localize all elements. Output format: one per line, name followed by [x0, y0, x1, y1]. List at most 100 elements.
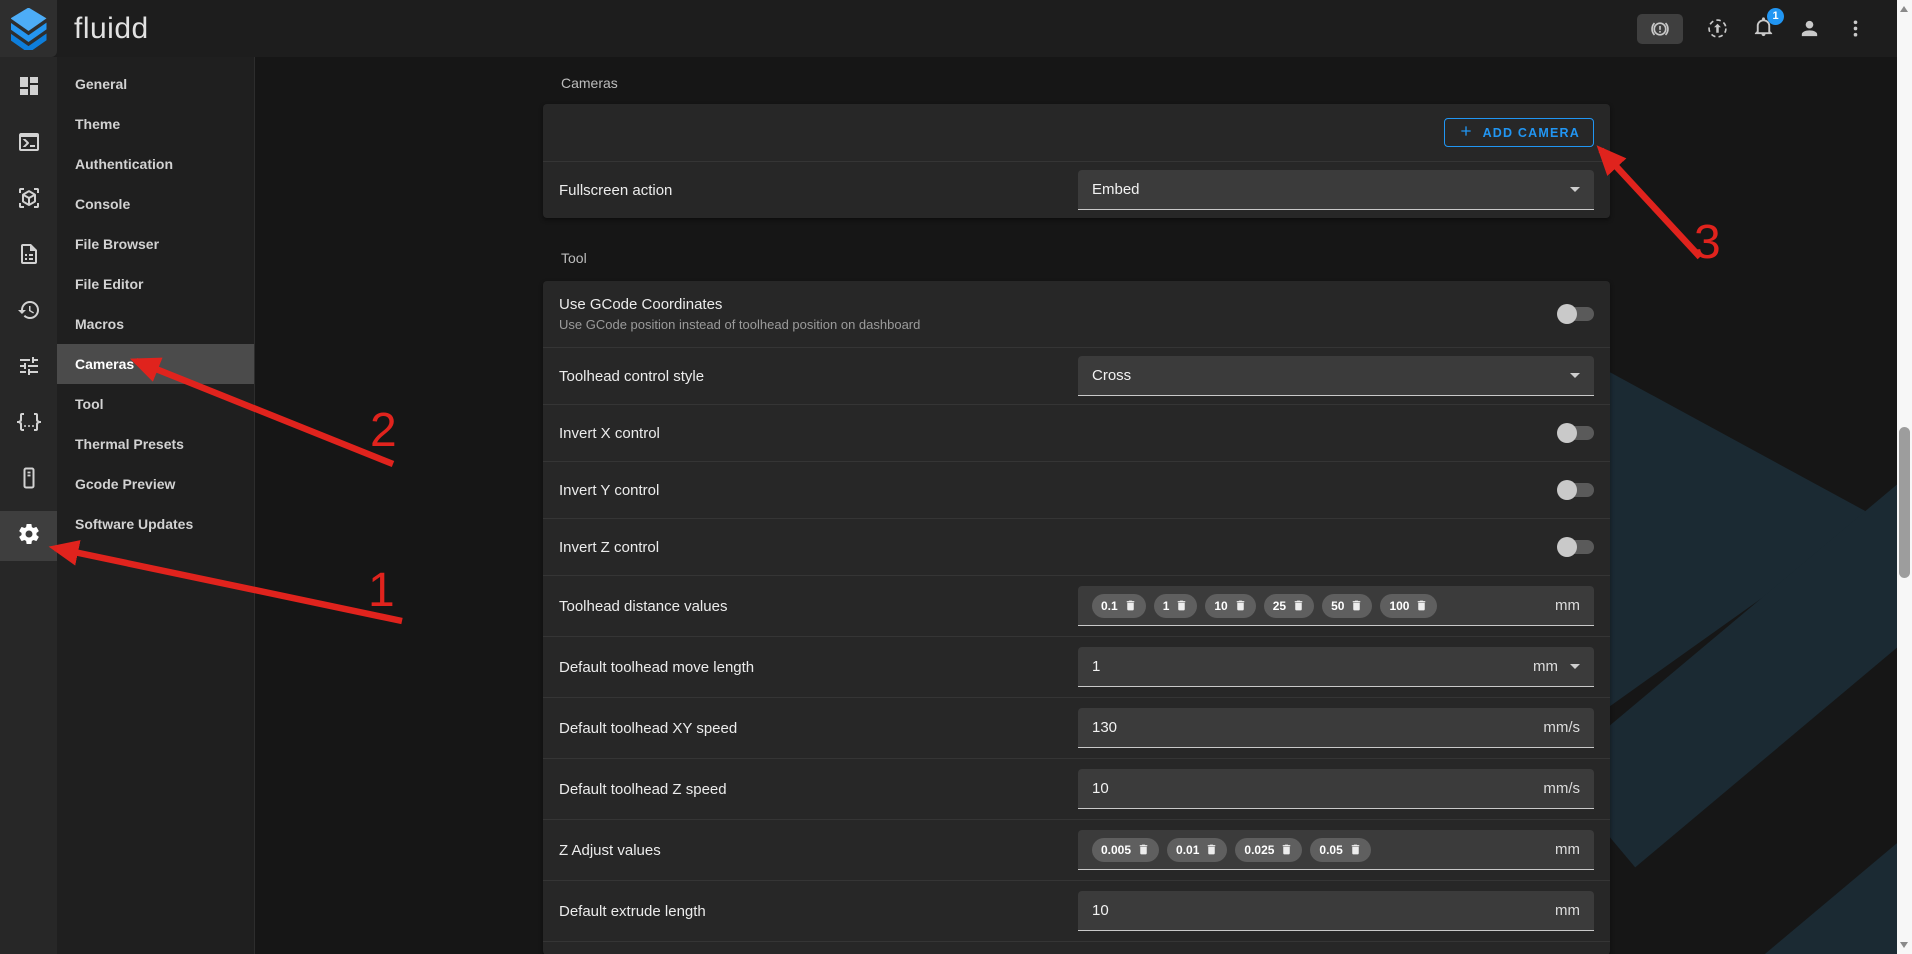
- settings-menu-item-software-updates[interactable]: Software Updates: [57, 504, 254, 544]
- settings-row-z-adjust-values: Z Adjust values0.0050.010.0250.05mm: [543, 819, 1610, 880]
- scroll-up-arrow-icon[interactable]: [1900, 6, 1908, 12]
- toggle-use-gcode-coordinates[interactable]: [1557, 304, 1594, 324]
- chip-value: 0.025: [1244, 843, 1274, 857]
- rail-item-settings[interactable]: [0, 511, 57, 561]
- rail-item-history[interactable]: [0, 287, 57, 337]
- add-camera-button[interactable]: ADD CAMERA: [1444, 118, 1594, 147]
- input-default-extrude-length[interactable]: 10mm: [1078, 891, 1594, 931]
- topbar-actions: 1: [1637, 14, 1897, 44]
- settings-menu-item-authentication[interactable]: Authentication: [57, 144, 254, 184]
- value-chip[interactable]: 10: [1205, 594, 1255, 618]
- unit-suffix: mm/s: [1543, 780, 1580, 797]
- unit-suffix: mm: [1555, 597, 1580, 614]
- delete-icon[interactable]: [1234, 599, 1247, 612]
- settings-row-default-toolhead-xy-speed: Default toolhead XY speed130mm/s: [543, 697, 1610, 758]
- row-label: Default toolhead move length: [559, 659, 754, 676]
- settings-menu-item-thermal-presets[interactable]: Thermal Presets: [57, 424, 254, 464]
- row-text: Default extrude length: [559, 894, 706, 929]
- account-icon[interactable]: [1798, 17, 1821, 40]
- value-chip[interactable]: 0.1: [1092, 594, 1146, 618]
- row-label: Invert Y control: [559, 482, 659, 499]
- toggle-invert-y-control[interactable]: [1557, 480, 1594, 500]
- settings-menu-item-macros[interactable]: Macros: [57, 304, 254, 344]
- row-label: Toolhead control style: [559, 368, 704, 385]
- row-control: [1557, 537, 1594, 557]
- row-text: Invert Z control: [559, 530, 659, 565]
- value-chip[interactable]: 0.005: [1092, 838, 1159, 862]
- chip-value: 0.01: [1176, 843, 1199, 857]
- delete-icon[interactable]: [1415, 599, 1428, 612]
- rail-item-console[interactable]: [0, 119, 57, 169]
- delete-icon[interactable]: [1350, 599, 1363, 612]
- input-value: 10: [1092, 780, 1109, 797]
- row-text: Invert X control: [559, 416, 660, 451]
- delete-icon[interactable]: [1280, 843, 1293, 856]
- settings-menu-item-tool[interactable]: Tool: [57, 384, 254, 424]
- rail-item-system[interactable]: [0, 455, 57, 505]
- delete-icon[interactable]: [1124, 599, 1137, 612]
- select-toolhead-control-style[interactable]: Cross: [1078, 356, 1594, 396]
- settings-menu-item-general[interactable]: General: [57, 64, 254, 104]
- row-label: Default extrude length: [559, 903, 706, 920]
- value-chip[interactable]: 0.025: [1235, 838, 1302, 862]
- scroll-down-arrow-icon[interactable]: [1900, 942, 1908, 948]
- settings-menu-item-gcode-preview[interactable]: Gcode Preview: [57, 464, 254, 504]
- value-chip[interactable]: 25: [1264, 594, 1314, 618]
- notifications-button[interactable]: 1: [1752, 15, 1775, 43]
- delete-icon[interactable]: [1205, 843, 1218, 856]
- console-icon: [17, 130, 41, 159]
- delete-icon[interactable]: [1137, 843, 1150, 856]
- scrollbar-thumb[interactable]: [1899, 427, 1910, 578]
- value-chip[interactable]: 50: [1322, 594, 1372, 618]
- row-control: 10 mm/s: [1078, 769, 1594, 809]
- app-logo[interactable]: [0, 0, 57, 57]
- settings-menu-item-console[interactable]: Console: [57, 184, 254, 224]
- toggle-invert-z-control[interactable]: [1557, 537, 1594, 557]
- update-icon[interactable]: [1706, 17, 1729, 40]
- rail-item-macros[interactable]: [0, 399, 57, 449]
- settings-row: [543, 941, 1610, 954]
- section-label-cameras: Cameras: [561, 75, 1610, 91]
- input-value: 10: [1092, 902, 1109, 919]
- chips-field-toolhead-distance-values[interactable]: 0.1 1 10 25 50 100 mm: [1078, 586, 1594, 626]
- row-control: Embed: [1078, 170, 1594, 210]
- row-label: Z Adjust values: [559, 842, 661, 859]
- vertical-scrollbar[interactable]: [1897, 0, 1912, 954]
- delete-icon[interactable]: [1349, 843, 1362, 856]
- input-default-toolhead-xy-speed[interactable]: 130mm/s: [1078, 708, 1594, 748]
- rail-item-gcode-preview[interactable]: [0, 175, 57, 225]
- settings-menu-item-theme[interactable]: Theme: [57, 104, 254, 144]
- rail-item-tune[interactable]: [0, 343, 57, 393]
- value-chip[interactable]: 0.01: [1167, 838, 1227, 862]
- row-control: 10mm: [1078, 891, 1594, 931]
- rail-item-file-browser[interactable]: [0, 231, 57, 281]
- settings-menu-item-cameras[interactable]: Cameras: [57, 344, 254, 384]
- input-default-toolhead-move-length[interactable]: 1mm: [1078, 647, 1594, 687]
- value-chip[interactable]: 0.05: [1310, 838, 1370, 862]
- toggle-invert-x-control[interactable]: [1557, 423, 1594, 443]
- chips-field-z-adjust-values[interactable]: 0.0050.010.0250.05mm: [1078, 830, 1594, 870]
- settings-row: ADD CAMERA: [543, 104, 1610, 161]
- row-text: Default toolhead Z speed: [559, 772, 727, 807]
- input-default-toolhead-z-speed[interactable]: 10 mm/s: [1078, 769, 1594, 809]
- delete-icon[interactable]: [1175, 599, 1188, 612]
- kebab-menu-icon[interactable]: [1844, 17, 1867, 40]
- settings-row-default-extrude-length: Default extrude length 10mm: [543, 880, 1610, 941]
- emergency-stop-button[interactable]: [1637, 14, 1683, 44]
- emergency-stop-icon: [1649, 18, 1671, 40]
- row-label: Invert X control: [559, 425, 660, 442]
- notification-badge: 1: [1767, 8, 1784, 25]
- select-fullscreen-action[interactable]: Embed: [1078, 170, 1594, 210]
- row-control: ADD CAMERA: [1444, 118, 1594, 147]
- settings-menu-item-file-editor[interactable]: File Editor: [57, 264, 254, 304]
- value-chip[interactable]: 1: [1154, 594, 1198, 618]
- settings-menu: GeneralThemeAuthenticationConsoleFile Br…: [57, 57, 255, 954]
- delete-icon[interactable]: [1292, 599, 1305, 612]
- row-control: [1557, 423, 1594, 443]
- unit-suffix: mm/s: [1543, 719, 1580, 736]
- rail-item-dashboard[interactable]: [0, 63, 57, 113]
- value-chip[interactable]: 100: [1380, 594, 1437, 618]
- settings-menu-item-file-browser[interactable]: File Browser: [57, 224, 254, 264]
- settings-card-tool: Use GCode CoordinatesUse GCode position …: [543, 281, 1610, 954]
- row-control: 130mm/s: [1078, 708, 1594, 748]
